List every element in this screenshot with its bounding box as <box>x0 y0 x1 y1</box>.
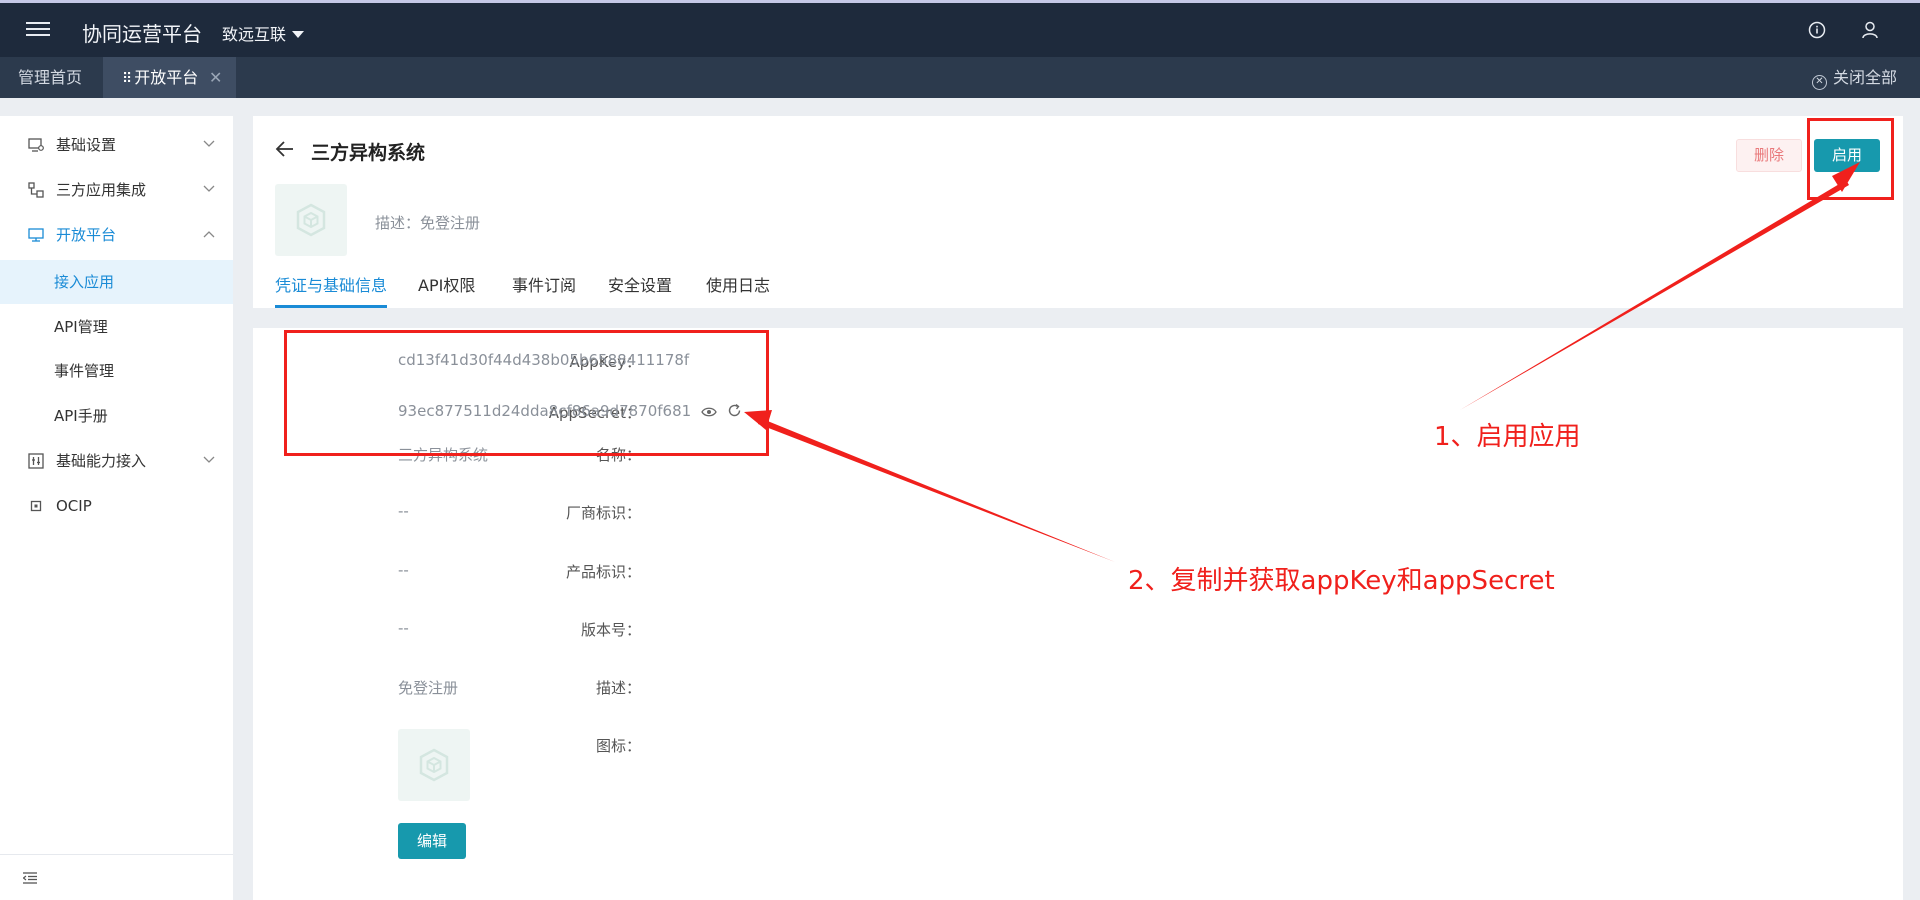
cube-icon <box>296 203 326 237</box>
sidebar-item-label: 基础设置 <box>56 136 117 154</box>
app-description: 描述：免登注册 <box>375 214 481 232</box>
cube-icon <box>419 748 449 782</box>
tab-credentials[interactable]: 凭证与基础信息 <box>275 272 388 308</box>
sidebar-item-label: OCIP <box>56 497 92 515</box>
sidebar-item-api-manual[interactable]: API手册 <box>0 394 233 438</box>
tab-api-permissions[interactable]: API权限 <box>418 272 475 308</box>
sidebar-item-label: 基础能力接入 <box>56 452 147 470</box>
tab-usage-logs[interactable]: 使用日志 <box>706 272 770 308</box>
enable-button[interactable]: 启用 <box>1814 139 1880 172</box>
appsecret-value[interactable]: 93ec877511d24dda8cf86a9d7870f681 <box>398 402 691 420</box>
field-label: 产品标识： <box>565 563 641 581</box>
sidebar-collapse-bar[interactable] <box>0 854 233 900</box>
user-icon[interactable] <box>1860 20 1880 40</box>
sidebar-item-basic-capability[interactable]: 基础能力接入 <box>0 439 233 483</box>
menu-icon[interactable] <box>26 22 50 40</box>
sidebar-item-label: 开放平台 <box>56 226 117 244</box>
product-id-value: -- <box>398 561 409 579</box>
eye-icon[interactable] <box>701 406 717 418</box>
tab-open-platform-label: 开放平台 <box>134 68 199 87</box>
app-logo <box>275 184 347 256</box>
refresh-icon[interactable] <box>727 403 742 418</box>
chevron-down-icon <box>203 140 215 147</box>
close-circle-icon: ✕ <box>1812 75 1827 90</box>
tab-security-settings[interactable]: 安全设置 <box>608 272 672 308</box>
tab-home[interactable]: 管理首页 <box>18 57 82 98</box>
field-icon: 图标： <box>253 735 1153 757</box>
close-icon[interactable]: ✕ <box>209 57 222 98</box>
close-all-label: 关闭全部 <box>1833 68 1898 87</box>
edit-button[interactable]: 编辑 <box>398 823 466 859</box>
tab-event-subscription[interactable]: 事件订阅 <box>512 272 576 308</box>
chevron-up-icon <box>203 231 215 238</box>
sidebar-item-ocip[interactable]: OCIP <box>0 484 233 528</box>
name-value: 三方异构系统 <box>398 446 489 464</box>
info-icon[interactable] <box>1808 21 1826 39</box>
field-description: 描述： 免登注册 <box>253 677 1153 699</box>
app-icon-preview <box>398 729 470 801</box>
org-selector[interactable]: 致远互联 <box>222 21 305 45</box>
tab-bar: 管理首页 ⠿ 开放平台 ✕ ✕ 关闭全部 <box>0 57 1920 98</box>
appsecret-value-wrap: 93ec877511d24dda8cf86a9d7870f681 <box>398 402 742 420</box>
field-version: 版本号： -- <box>253 619 1153 641</box>
org-name: 致远互联 <box>222 25 287 44</box>
app-header-card: 三方异构系统 描述：免登注册 删除 启用 凭证与基础信息 API权限 事件订阅 … <box>253 116 1903 308</box>
top-header: 协同运营平台 致远互联 <box>0 0 1920 57</box>
field-label: 版本号： <box>580 621 641 639</box>
caret-down-icon <box>292 31 305 38</box>
collapse-menu-icon <box>23 872 37 884</box>
settings-monitor-icon <box>28 138 44 152</box>
sidebar-item-api-management[interactable]: API管理 <box>0 305 233 349</box>
appkey-value[interactable]: cd13f41d30f44d438b05b6588411178f <box>398 351 689 369</box>
version-value: -- <box>398 619 409 637</box>
sidebar-item-event-management[interactable]: 事件管理 <box>0 349 233 393</box>
field-appsecret: AppSecret： 93ec877511d24dda8cf86a9d7870f… <box>253 402 1153 424</box>
sidebar-item-basic-settings[interactable]: 基础设置 <box>0 123 233 167</box>
field-product-id: 产品标识： -- <box>253 561 1153 583</box>
field-appkey: AppKey： cd13f41d30f44d438b05b6588411178f <box>253 351 1153 373</box>
chevron-down-icon <box>203 456 215 463</box>
credentials-card: AppKey： cd13f41d30f44d438b05b6588411178f… <box>253 328 1903 900</box>
delete-button[interactable]: 删除 <box>1736 139 1802 172</box>
back-arrow-icon[interactable] <box>275 140 295 158</box>
app-title: 协同运营平台 <box>82 22 202 46</box>
field-name: 名称： 三方异构系统 <box>253 444 1153 466</box>
tab-open-platform[interactable]: ⠿ 开放平台 ✕ <box>103 57 236 98</box>
sidebar-item-third-party[interactable]: 三方应用集成 <box>0 168 233 212</box>
sidebar-item-label: 三方应用集成 <box>56 181 147 199</box>
sidebar: 基础设置 三方应用集成 开放平台 接入应用 API管理 事件管理 API手册 基… <box>0 116 233 900</box>
field-vendor-id: 厂商标识： -- <box>253 502 1153 524</box>
close-all-button[interactable]: ✕ 关闭全部 <box>1812 57 1897 98</box>
monitor-icon <box>28 228 44 242</box>
page-title: 三方异构系统 <box>311 142 426 164</box>
sidebar-item-open-platform[interactable]: 开放平台 <box>0 213 233 257</box>
integration-icon <box>28 182 44 198</box>
field-label: 描述： <box>595 679 641 697</box>
sidebar-item-access-apps[interactable]: 接入应用 <box>0 260 233 304</box>
square-dot-icon <box>30 500 42 512</box>
field-label: 厂商标识： <box>565 504 641 522</box>
drag-grip-icon: ⠿ <box>122 71 133 87</box>
vendor-id-value: -- <box>398 502 409 520</box>
field-label: 图标： <box>595 737 641 755</box>
description-value: 免登注册 <box>398 679 459 697</box>
chevron-down-icon <box>203 185 215 192</box>
sliders-icon <box>28 453 44 469</box>
